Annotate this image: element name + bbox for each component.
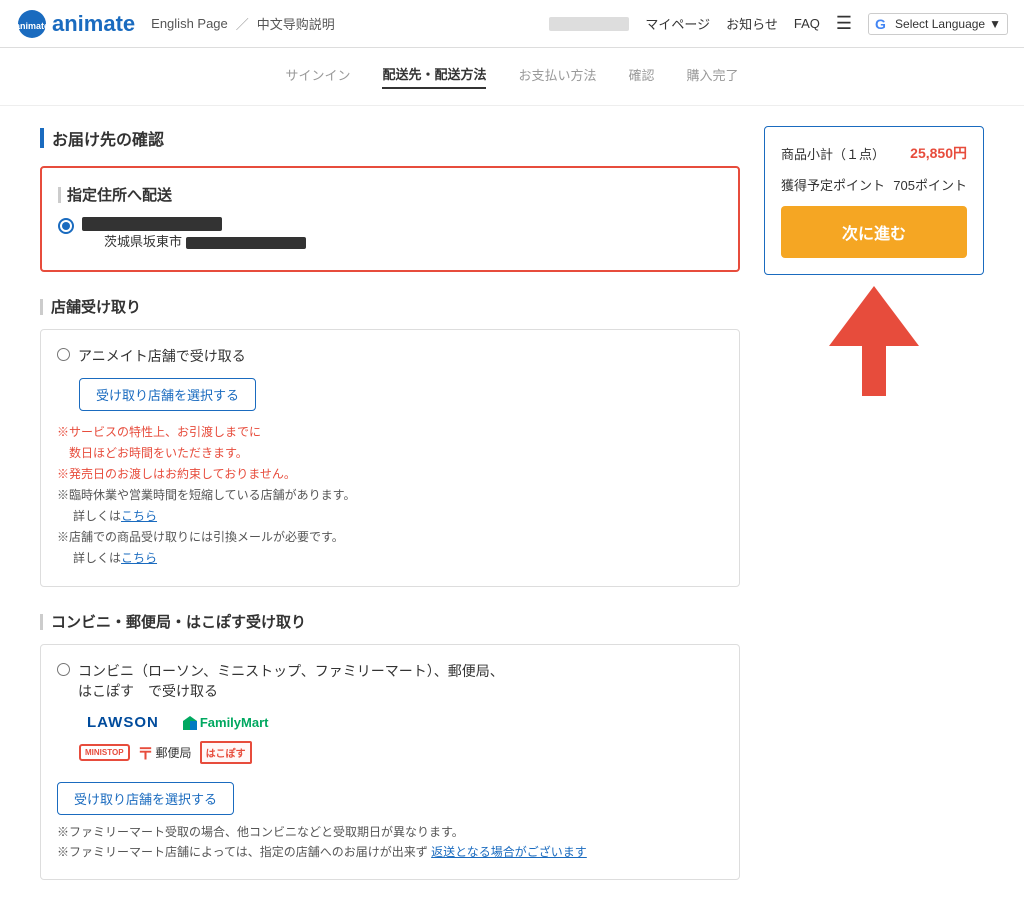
- delivery-address-title: 指定住所へ配送: [67, 184, 172, 205]
- step-delivery[interactable]: 配送先・配送方法: [382, 64, 486, 89]
- hakobus-logo: はこぽす: [200, 741, 252, 764]
- convenience-card: コンビニ（ローソン、ミニストップ、ファミリーマート）、郵便局、 はこぽす で受け…: [40, 644, 740, 880]
- convenience-radio-row: コンビニ（ローソン、ミニストップ、ファミリーマート）、郵便局、 はこぽす で受け…: [57, 661, 723, 701]
- svg-text:animate: animate: [16, 21, 48, 31]
- store-option-label: アニメイト店舗で受け取る: [78, 346, 246, 366]
- family-mart-icon: [183, 716, 197, 730]
- address-street-redacted: [186, 237, 306, 249]
- delivery-address-header: 指定住所へ配送: [58, 184, 722, 205]
- next-button[interactable]: 次に進む: [781, 206, 967, 258]
- red-arrow-svg: [824, 281, 924, 401]
- address-detail: 茨城県坂東市: [104, 231, 306, 250]
- main-layout: お届け先の確認 指定住所へ配送 茨城県坂東市: [0, 106, 1024, 924]
- option-header-bar: [58, 187, 61, 203]
- svg-text:G: G: [875, 16, 886, 32]
- convenience-section: コンビニ・郵便局・はこぽす受け取り コンビニ（ローソン、ミニストップ、ファミリー…: [40, 611, 740, 880]
- store-pickup-title: 店舗受け取り: [51, 296, 141, 317]
- nav-chinese[interactable]: 中文导购説明: [257, 14, 335, 33]
- store-notice-2: 数日ほどお時間をいただきます。: [57, 444, 723, 461]
- store-notice-3: ※発売日のお渡しはお約束しておりません。: [57, 465, 723, 482]
- address-item: 茨城県坂東市: [58, 217, 722, 250]
- select-convenience-store-button[interactable]: 受け取り店舗を選択する: [57, 782, 234, 815]
- store-pickup-section: 店舗受け取り アニメイト店舗で受け取る 受け取り店舗を選択する ※サービスの特性…: [40, 296, 740, 587]
- yuubin-kyoku-label: 郵便局: [156, 744, 192, 761]
- hamburger-icon[interactable]: ☰: [836, 13, 852, 34]
- nav-sep: ／: [236, 14, 249, 33]
- arrow-container: [764, 281, 984, 401]
- convenience-radio[interactable]: [57, 663, 70, 676]
- page-title-row: お届け先の確認: [40, 126, 740, 150]
- nav-english[interactable]: English Page: [151, 16, 228, 31]
- address-name-redacted: [82, 217, 222, 231]
- step-payment[interactable]: お支払い方法: [518, 65, 596, 88]
- store-pickup-card: アニメイト店舗で受け取る 受け取り店舗を選択する ※サービスの特性上、お引渡しま…: [40, 329, 740, 587]
- logo-text: animate: [52, 11, 135, 37]
- store-notice-1: ※サービスの特性上、お引渡しまでに: [57, 423, 723, 440]
- mini-stop-logo: MINI STOP: [79, 744, 130, 761]
- conv-notice-1: ※ファミリーマート受取の場合、他コンビニなどと受取期日が異なります。: [57, 823, 723, 840]
- points-value: 705ポイント: [893, 175, 967, 194]
- store-section-bar: [40, 299, 43, 315]
- header: animate animate English Page ／ 中文导购説明 マイ…: [0, 0, 1024, 48]
- store-notice-link-2[interactable]: こちら: [121, 551, 157, 565]
- subtotal-value: 25,850円: [910, 143, 967, 163]
- step-complete[interactable]: 購入完了: [687, 65, 739, 88]
- store-notice-4: ※臨時休業や営業時間を短縮している店舗があります。: [57, 486, 723, 503]
- steps-bar: サインイン 配送先・配送方法 お支払い方法 確認 購入完了: [0, 48, 1024, 106]
- step-confirm[interactable]: 確認: [629, 65, 655, 88]
- logo[interactable]: animate animate: [16, 8, 135, 40]
- brand-logos-row: LAWSON FamilyMart: [79, 711, 723, 734]
- store-notice-5: 詳しくはこちら: [73, 507, 723, 524]
- convenience-option-label-2: はこぽす で受け取る: [78, 681, 504, 701]
- convenience-section-bar: [40, 614, 43, 630]
- select-animate-store-button[interactable]: 受け取り店舗を選択する: [79, 378, 256, 411]
- conv-notice-link[interactable]: 返送となる場合がございます: [431, 845, 587, 859]
- address-radio[interactable]: [58, 218, 74, 234]
- header-nav: English Page ／ 中文导购説明: [151, 14, 335, 33]
- logo-icon: animate: [16, 8, 48, 40]
- convenience-title-row: コンビニ・郵便局・はこぽす受け取り: [40, 611, 740, 632]
- address-city: 茨城県坂東市: [104, 234, 182, 249]
- title-bar-icon: [40, 128, 44, 148]
- jp-post-logo: 〒 郵便局: [138, 740, 192, 764]
- google-icon: G: [875, 16, 891, 32]
- header-user-area: マイページ お知らせ FAQ ☰ G Select Language ▼: [549, 13, 1008, 35]
- subtotal-label: 商品小計（１点）: [781, 144, 885, 163]
- delivery-to-address-card: 指定住所へ配送 茨城県坂東市: [40, 166, 740, 272]
- points-row: 獲得予定ポイント 705ポイント: [781, 175, 967, 194]
- points-label: 獲得予定ポイント: [781, 175, 885, 194]
- step-signin[interactable]: サインイン: [285, 65, 350, 88]
- main-content: お届け先の確認 指定住所へ配送 茨城県坂東市: [40, 126, 740, 904]
- store-radio[interactable]: [57, 348, 70, 361]
- faq-link[interactable]: FAQ: [794, 16, 820, 31]
- sidebar: 商品小計（１点） 25,850円 獲得予定ポイント 705ポイント 次に進む: [764, 126, 984, 904]
- google-translate-widget[interactable]: G Select Language ▼: [868, 13, 1008, 35]
- select-language-label: Select Language: [895, 17, 985, 31]
- subtotal-row: 商品小計（１点） 25,850円: [781, 143, 967, 163]
- conv-notice-2: ※ファミリーマート店舗によっては、指定の店舗へのお届けが出来ず 返送となる場合が…: [57, 843, 723, 860]
- store-notice-link-1[interactable]: こちら: [121, 509, 157, 523]
- notifications-link[interactable]: お知らせ: [726, 14, 778, 33]
- convenience-option-label-1: コンビニ（ローソン、ミニストップ、ファミリーマート）、郵便局、: [78, 661, 504, 681]
- username-redacted: [549, 17, 629, 31]
- page-title: お届け先の確認: [52, 126, 164, 150]
- my-page-link[interactable]: マイページ: [645, 14, 710, 33]
- brand-logos-row-2: MINI STOP 〒 郵便局 はこぽす: [79, 740, 723, 764]
- lawson-logo: LAWSON: [79, 711, 167, 734]
- convenience-notices: ※ファミリーマート受取の場合、他コンビニなどと受取期日が異なります。 ※ファミリ…: [57, 823, 723, 860]
- store-notice-6: ※店舗での商品受け取りには引換メールが必要です。: [57, 528, 723, 545]
- family-mart-logo: FamilyMart: [175, 712, 277, 733]
- store-radio-row: アニメイト店舗で受け取る: [57, 346, 723, 366]
- translate-dropdown-arrow[interactable]: ▼: [989, 17, 1001, 31]
- store-pickup-title-row: 店舗受け取り: [40, 296, 740, 317]
- convenience-title: コンビニ・郵便局・はこぽす受け取り: [51, 611, 306, 632]
- store-notice-7: 詳しくはこちら: [73, 549, 723, 566]
- order-summary-card: 商品小計（１点） 25,850円 獲得予定ポイント 705ポイント 次に進む: [764, 126, 984, 275]
